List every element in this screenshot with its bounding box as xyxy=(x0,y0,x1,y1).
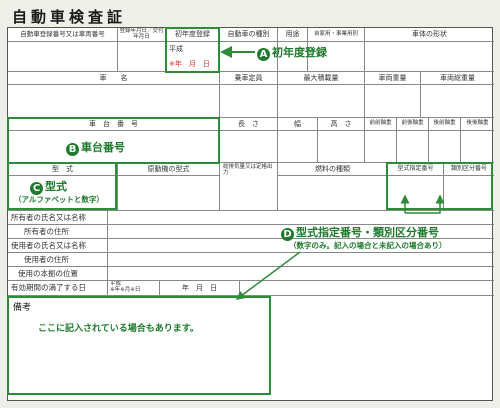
annotation-arrows xyxy=(220,46,445,300)
arrow-d-remarks xyxy=(235,251,301,300)
arrow-d-bracket xyxy=(404,196,441,214)
